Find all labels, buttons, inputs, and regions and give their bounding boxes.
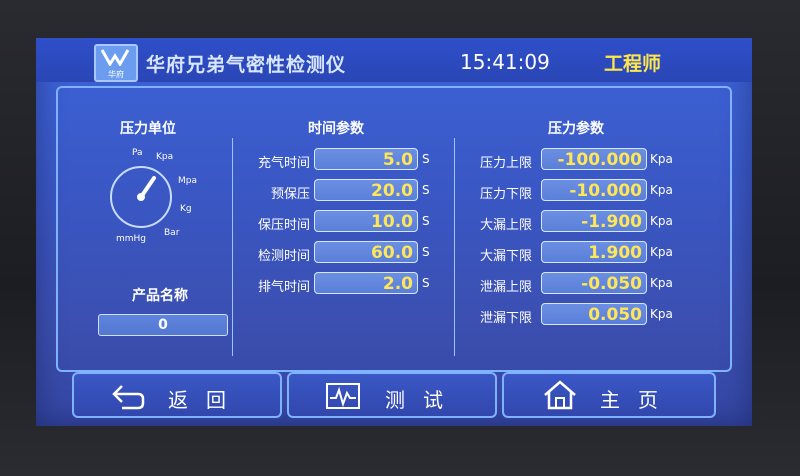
waveform-icon xyxy=(326,383,360,409)
unit-option-bar[interactable]: Bar xyxy=(164,228,179,238)
return-icon xyxy=(112,385,145,410)
product-name-field[interactable]: 0 xyxy=(98,314,228,336)
time-value-field[interactable]: 60.0 xyxy=(314,241,418,263)
back-button-label: 返回 xyxy=(168,388,244,412)
clock: 15:41:09 xyxy=(460,50,550,74)
unit-option-mmhg[interactable]: mmHg xyxy=(116,234,146,244)
header-bar: 华府 华府兄弟气密性检测仪 15:41:09 工程师 xyxy=(36,38,752,82)
test-button[interactable]: 测试 xyxy=(287,372,497,418)
unit-option-pa[interactable]: Pa xyxy=(132,148,143,158)
time-unit: S xyxy=(422,245,430,259)
time-row-label: 预保压 xyxy=(270,187,310,202)
time-row-label: 充气时间 xyxy=(257,156,310,171)
pressure-unit: Kpa xyxy=(650,183,673,197)
logo-text: 华府 xyxy=(108,70,124,79)
brand-logo: 华府 xyxy=(94,44,138,82)
pressure-row-label: 大漏上限 xyxy=(479,218,532,233)
time-value-field[interactable]: 5.0 xyxy=(314,148,418,170)
time-value-field[interactable]: 2.0 xyxy=(314,272,418,294)
pressure-value-field[interactable]: -0.050 xyxy=(541,272,647,294)
pressure-unit: Kpa xyxy=(650,276,673,290)
pressure-value-field[interactable]: -1.900 xyxy=(541,210,647,232)
divider-left xyxy=(232,138,233,356)
pressure-unit: Kpa xyxy=(650,214,673,228)
product-name-title: 产品名称 xyxy=(132,288,188,304)
app-title: 华府兄弟气密性检测仪 xyxy=(146,54,347,76)
home-icon xyxy=(544,380,576,410)
logo-mark-icon xyxy=(100,49,130,66)
unit-option-kg[interactable]: Kg xyxy=(180,204,192,214)
pressure-row-label: 大漏下限 xyxy=(479,249,532,264)
time-row-label: 检测时间 xyxy=(257,249,310,264)
pressure-value-field[interactable]: 1.900 xyxy=(541,241,647,263)
pressure-row-label: 压力上限 xyxy=(479,156,532,171)
time-value-field[interactable]: 20.0 xyxy=(314,179,418,201)
pressure-row-label: 泄漏上限 xyxy=(479,280,532,295)
pressure-unit: Kpa xyxy=(650,152,673,166)
pressure-row-label: 压力下限 xyxy=(479,187,532,202)
back-button[interactable]: 返回 xyxy=(72,372,282,418)
hmi-screen: 华府 华府兄弟气密性检测仪 15:41:09 工程师 压力单位 Pa Kpa M… xyxy=(36,38,752,426)
pressure-value-field[interactable]: -100.000 xyxy=(541,148,647,170)
pressure-value-field[interactable]: -10.000 xyxy=(541,179,647,201)
unit-option-kpa[interactable]: Kpa xyxy=(156,152,173,162)
pressure-unit: Kpa xyxy=(650,307,673,321)
unit-option-mpa[interactable]: Mpa xyxy=(178,176,197,186)
pressure-unit: Kpa xyxy=(650,245,673,259)
time-value-field[interactable]: 10.0 xyxy=(314,210,418,232)
home-button-label: 主页 xyxy=(600,388,676,412)
time-unit: S xyxy=(422,183,430,197)
time-unit: S xyxy=(422,214,430,228)
home-button[interactable]: 主页 xyxy=(502,372,716,418)
pressure-value-field[interactable]: 0.050 xyxy=(541,303,647,325)
test-button-label: 测试 xyxy=(385,388,461,412)
time-row-label: 保压时间 xyxy=(257,218,310,233)
time-unit: S xyxy=(422,276,430,290)
pressure-unit-dial[interactable] xyxy=(108,164,174,230)
time-params-title: 时间参数 xyxy=(308,121,364,137)
time-unit: S xyxy=(422,152,430,166)
time-row-label: 排气时间 xyxy=(257,280,310,295)
divider-right xyxy=(454,138,455,356)
pressure-row-label: 泄漏下限 xyxy=(479,311,532,326)
pressure-unit-title: 压力单位 xyxy=(120,121,176,137)
pressure-params-title: 压力参数 xyxy=(548,121,604,137)
dial-icon xyxy=(110,166,172,228)
user-role[interactable]: 工程师 xyxy=(604,49,661,76)
